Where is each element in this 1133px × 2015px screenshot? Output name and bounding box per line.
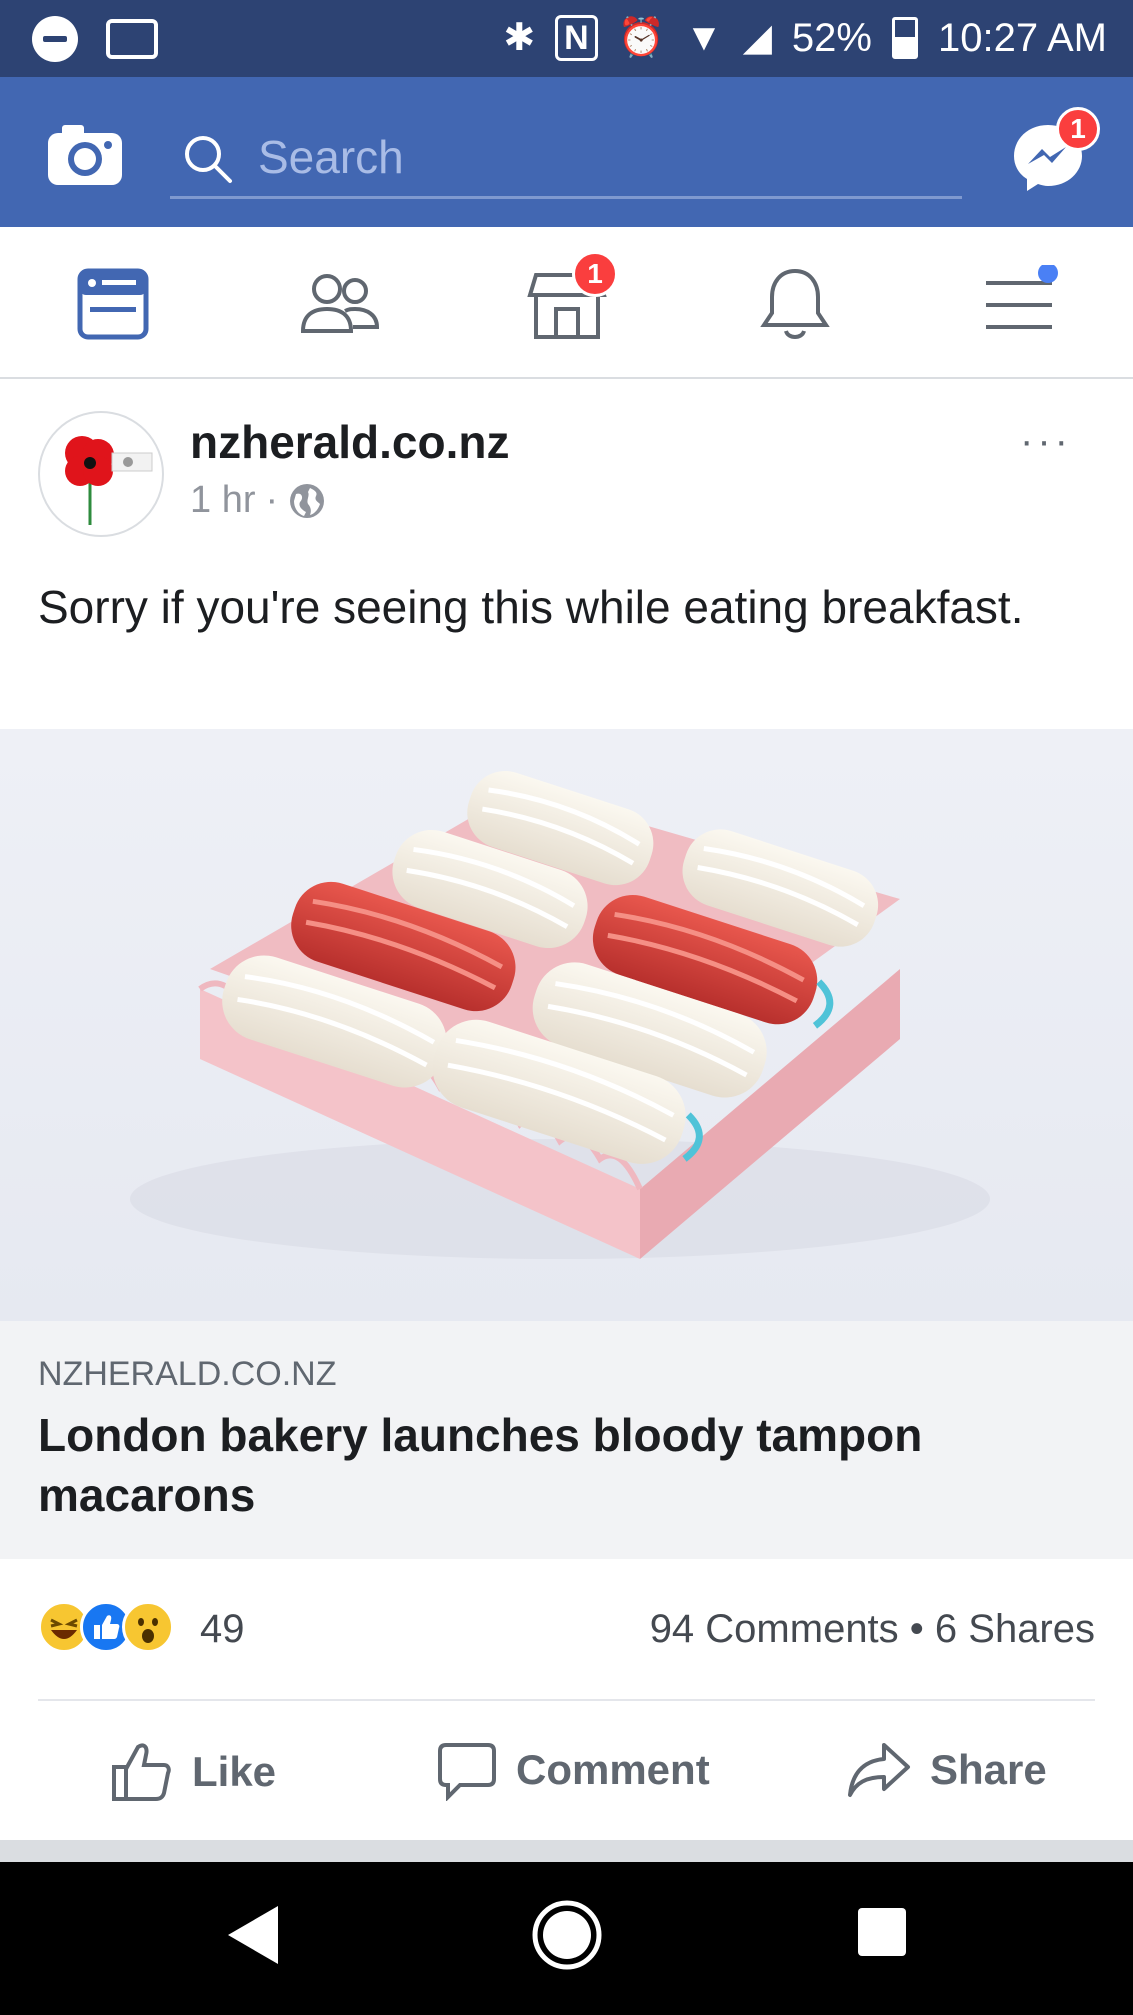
- globe-icon: [290, 483, 325, 518]
- like-icon: [112, 1743, 171, 1801]
- camera-button[interactable]: [48, 123, 122, 185]
- android-navigation-bar: [0, 1862, 1133, 2015]
- reaction-icons: [38, 1601, 174, 1653]
- tab-notifications[interactable]: [750, 265, 840, 345]
- home-button[interactable]: [530, 1898, 604, 1977]
- link-preview-image[interactable]: [0, 729, 1133, 1321]
- search-bar[interactable]: [170, 119, 962, 199]
- do-not-disturb-icon: [32, 16, 78, 62]
- link-domain: NZHERALD.CO.NZ: [38, 1355, 337, 1393]
- page-avatar[interactable]: [38, 411, 164, 537]
- battery-icon: [891, 17, 918, 59]
- link-caption[interactable]: NZHERALD.CO.NZ London bakery launches bl…: [0, 1321, 1133, 1559]
- news-feed-icon: [77, 268, 149, 340]
- recents-button[interactable]: [856, 1906, 908, 1963]
- marketplace-badge: 1: [572, 251, 618, 297]
- wifi-icon: ▼: [685, 17, 723, 59]
- share-button[interactable]: Share: [846, 1739, 1047, 1801]
- tab-menu[interactable]: [976, 263, 1066, 345]
- comment-icon: [438, 1743, 496, 1801]
- like-button[interactable]: Like: [108, 1739, 276, 1805]
- signal-icon: ◢: [742, 17, 772, 59]
- search-icon: [185, 136, 232, 183]
- macarons-photo: [130, 770, 990, 1259]
- post-actions: Like Comment Share: [0, 1701, 1133, 1841]
- wow-reaction-icon: [122, 1601, 174, 1653]
- feed-separator: [0, 1840, 1133, 1862]
- messenger-button[interactable]: 1: [1008, 107, 1100, 195]
- comment-button[interactable]: Comment: [436, 1739, 710, 1801]
- main-nav: 1: [0, 227, 1133, 379]
- menu-icon: [986, 263, 1058, 329]
- comment-label: Comment: [516, 1746, 710, 1793]
- camera-icon: [48, 125, 122, 185]
- back-icon: [228, 1906, 278, 1964]
- poppy-logo: [65, 436, 153, 525]
- search-input[interactable]: [258, 129, 938, 185]
- app-header: 1: [0, 77, 1133, 227]
- nfc-icon: N: [555, 15, 598, 61]
- messenger-badge: 1: [1056, 107, 1100, 151]
- link-title: London bakery launches bloody tampon mac…: [38, 1409, 923, 1521]
- alarm-icon: ⏰: [617, 17, 666, 59]
- tab-marketplace[interactable]: 1: [522, 251, 618, 345]
- meta-separator: ·: [265, 479, 279, 521]
- status-time: 10:27 AM: [937, 15, 1107, 60]
- share-icon: [848, 1743, 910, 1797]
- recents-icon: [858, 1908, 906, 1956]
- status-bar: ✱ N ⏰ ▼ ◢ 52% 10:27 AM: [0, 0, 1133, 77]
- post-time[interactable]: 1 hr: [190, 479, 255, 522]
- friends-icon: [300, 274, 380, 333]
- like-label: Like: [192, 1748, 277, 1795]
- reactions-summary[interactable]: 49 94 Comments • 6 Shares: [0, 1559, 1133, 1699]
- reaction-count[interactable]: 49: [200, 1607, 245, 1652]
- tab-friends[interactable]: [295, 265, 385, 345]
- more-options-button[interactable]: ···: [1020, 419, 1072, 464]
- pulse-icon: [106, 19, 158, 59]
- battery-percent: 52%: [791, 15, 872, 60]
- bluetooth-icon: ✱: [503, 17, 536, 59]
- page-name[interactable]: nzherald.co.nz: [190, 415, 509, 469]
- post-text: Sorry if you're seeing this while eating…: [38, 581, 1024, 633]
- comments-shares-count[interactable]: 94 Comments • 6 Shares: [650, 1607, 1095, 1652]
- bell-icon: [760, 268, 830, 339]
- post-meta: 1 hr ·: [190, 479, 326, 522]
- home-icon: [532, 1900, 602, 1970]
- share-label: Share: [930, 1746, 1047, 1793]
- tab-news-feed[interactable]: [68, 265, 158, 345]
- back-button[interactable]: [222, 1900, 282, 1975]
